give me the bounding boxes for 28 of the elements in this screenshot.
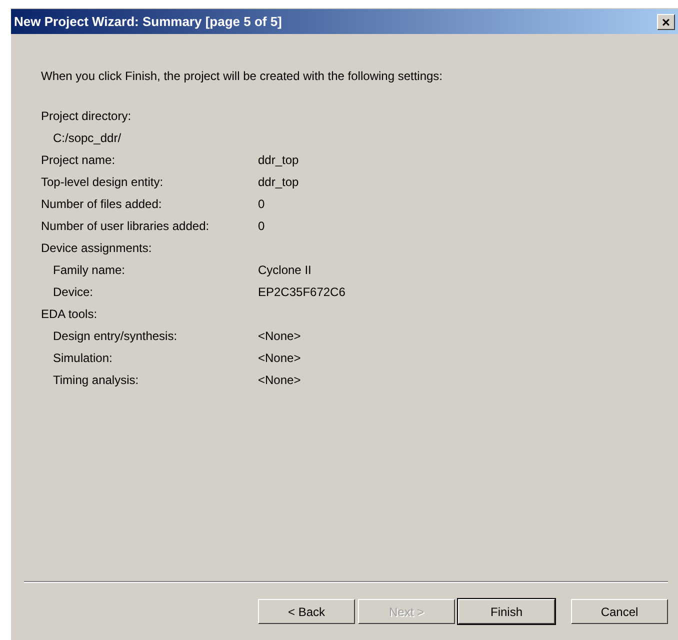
setting-label: Number of user libraries added: — [41, 219, 210, 233]
setting-value: 0 — [258, 196, 265, 213]
setting-value: Cyclone II — [258, 262, 312, 279]
setting-label: Project directory: — [41, 109, 132, 123]
setting-label: Device assignments: — [41, 241, 152, 255]
wizard-button[interactable]: < Back — [258, 599, 355, 624]
setting-label: Top-level design entity: — [41, 175, 164, 189]
setting-value: ddr_top — [258, 152, 299, 169]
setting-label: EDA tools: — [41, 307, 98, 321]
setting-label: Device: — [53, 285, 94, 299]
setting-label: Number of files added: — [41, 197, 162, 211]
setting-value: ddr_top — [258, 174, 299, 191]
setting-value: <None> — [258, 372, 301, 389]
setting-value: EP2C35F672C6 — [258, 284, 346, 301]
wizard-button[interactable]: Finish — [458, 599, 555, 624]
setting-label: C:/sopc_ddr/ — [53, 131, 122, 145]
window-title: New Project Wizard: Summary [page 5 of 5] — [14, 12, 282, 31]
setting-value: 0 — [258, 218, 265, 235]
setting-label: Timing analysis: — [53, 373, 139, 387]
setting-value: <None> — [258, 328, 301, 345]
setting-value: <None> — [258, 350, 301, 367]
wizard-button[interactable]: Cancel — [571, 599, 668, 624]
setting-label: Family name: — [53, 263, 126, 277]
intro-text: When you click Finish, the project will be created with the following settings: — [41, 68, 443, 85]
close-button[interactable]: × — [657, 14, 675, 30]
setting-label: Simulation: — [53, 351, 112, 365]
setting-label: Design entry/synthesis: — [53, 329, 178, 343]
setting-label: Project name: — [41, 153, 116, 167]
